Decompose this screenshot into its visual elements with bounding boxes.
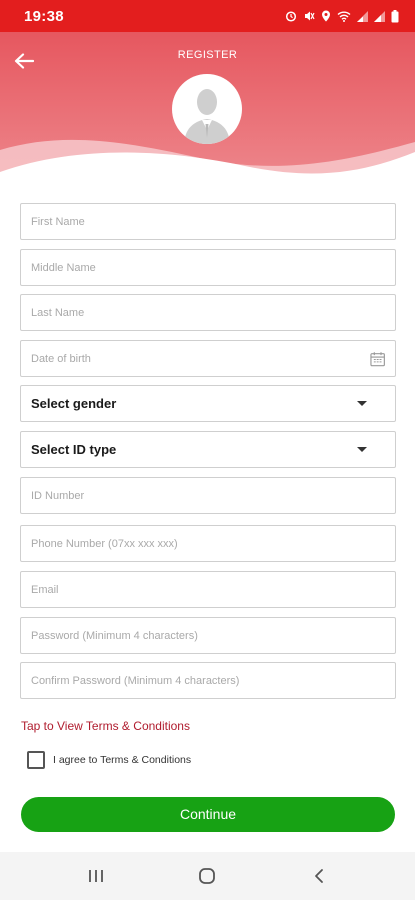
agree-terms-row[interactable]: I agree to Terms & Conditions xyxy=(27,751,191,769)
user-silhouette-icon xyxy=(184,89,230,144)
phone-field[interactable] xyxy=(20,525,396,562)
page-title: REGISTER xyxy=(177,49,238,61)
signal-icon xyxy=(374,10,385,22)
confirm-password-field[interactable] xyxy=(20,662,396,699)
terms-link[interactable]: Tap to View Terms & Conditions xyxy=(21,719,190,733)
id-type-select-label: Select ID type xyxy=(31,442,117,457)
date-of-birth-field[interactable] xyxy=(20,340,396,377)
agree-terms-label: I agree to Terms & Conditions xyxy=(53,754,192,766)
mute-icon xyxy=(305,11,315,21)
status-icons xyxy=(285,9,399,23)
status-time: 19:38 xyxy=(24,7,64,25)
email-field[interactable] xyxy=(20,571,396,608)
middle-name-input[interactable] xyxy=(31,261,385,274)
system-nav-bar xyxy=(0,852,415,900)
location-icon xyxy=(322,10,330,22)
middle-name-field[interactable] xyxy=(20,249,396,286)
wifi-icon xyxy=(337,11,351,22)
continue-button[interactable]: Continue xyxy=(21,797,395,832)
nav-back-button[interactable] xyxy=(299,856,339,896)
header: REGISTER xyxy=(0,32,415,192)
home-icon xyxy=(199,868,216,884)
confirm-password-input[interactable] xyxy=(31,674,385,687)
alarm-icon xyxy=(285,11,297,22)
status-bar: 19:38 xyxy=(0,0,415,32)
id-number-input[interactable] xyxy=(31,489,385,502)
gender-select[interactable]: Select gender xyxy=(20,385,396,422)
back-icon xyxy=(315,869,324,883)
first-name-input[interactable] xyxy=(31,215,385,228)
gender-select-label: Select gender xyxy=(31,396,117,411)
password-field[interactable] xyxy=(20,617,396,654)
calendar-icon[interactable] xyxy=(370,351,385,367)
recent-apps-icon xyxy=(88,870,103,882)
signal-icon xyxy=(357,10,368,22)
agree-terms-checkbox[interactable] xyxy=(27,751,45,769)
home-button[interactable] xyxy=(187,856,227,896)
date-of-birth-input[interactable] xyxy=(31,352,370,365)
phone-input[interactable] xyxy=(31,537,385,550)
first-name-field[interactable] xyxy=(20,203,396,240)
chevron-down-icon xyxy=(357,447,367,452)
last-name-input[interactable] xyxy=(31,306,385,319)
id-number-field[interactable] xyxy=(20,477,396,514)
recent-apps-button[interactable] xyxy=(76,856,116,896)
last-name-field[interactable] xyxy=(20,294,396,331)
avatar[interactable] xyxy=(172,74,242,144)
id-type-select[interactable]: Select ID type xyxy=(20,431,396,468)
email-input[interactable] xyxy=(31,583,385,596)
chevron-down-icon xyxy=(357,401,367,406)
password-input[interactable] xyxy=(31,629,385,642)
battery-icon xyxy=(391,9,399,22)
